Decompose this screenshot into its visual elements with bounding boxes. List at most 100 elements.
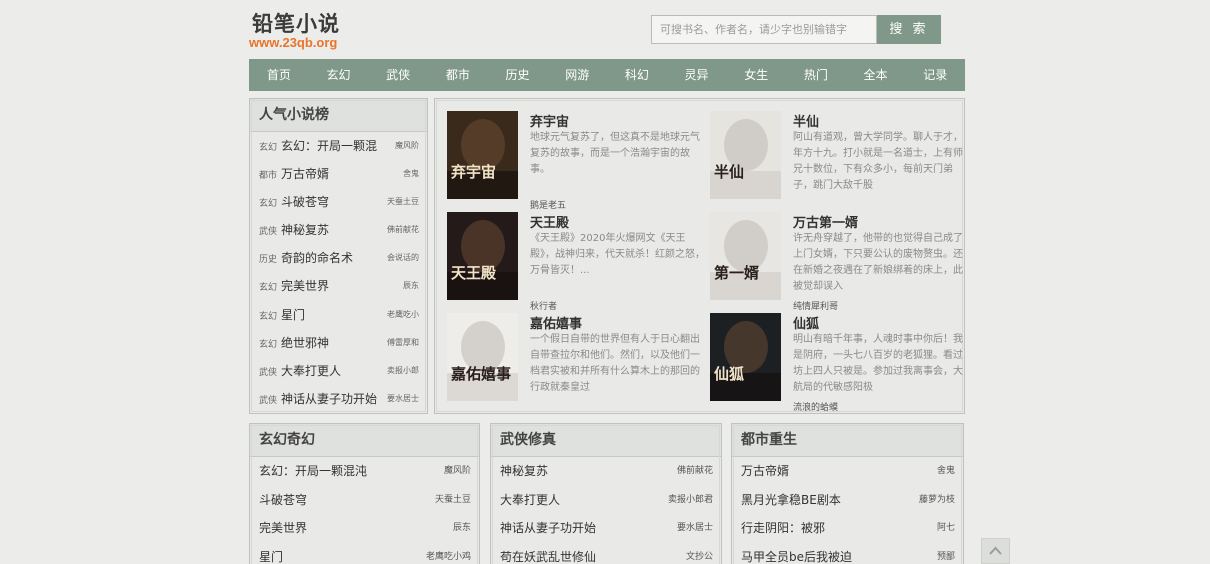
author-name: 老鹰吃小鸡 bbox=[425, 551, 471, 562]
book-cover-image[interactable]: 仙狐 bbox=[710, 313, 781, 401]
section-list-item[interactable]: 行走阴阳：被邪 阿七 bbox=[732, 514, 963, 543]
nav-item[interactable]: 玄幻 bbox=[309, 59, 369, 91]
popular-list-item[interactable]: 武侠 神话从妻子功开始 要水居士 bbox=[250, 385, 427, 413]
popular-list-item[interactable]: 玄幻 绝世邪神 傅雷厚和 bbox=[250, 329, 427, 357]
author-name: 佛前献花 bbox=[387, 225, 419, 235]
section-list-item[interactable]: 完美世界 辰东 bbox=[250, 514, 479, 543]
category-tag: 武侠 bbox=[259, 367, 278, 378]
popular-ranking-list: 玄幻 玄幻：开局一颗混 魔风阶 都市 万古帝婿 舍鬼 玄幻 斗破苍穹 天蚕土豆 武侠 神秘复苏 佛前献… bbox=[250, 132, 427, 413]
book-title-link[interactable]: 绝世邪神 bbox=[281, 336, 329, 350]
nav-item[interactable]: 灵异 bbox=[667, 59, 727, 91]
nav-item[interactable]: 科幻 bbox=[607, 59, 667, 91]
featured-book-title[interactable]: 万古第一婿 bbox=[793, 212, 858, 231]
popular-list-item[interactable]: 都市 万古帝婿 舍鬼 bbox=[250, 160, 427, 188]
book-title-link[interactable]: 神话从妻子功开始 bbox=[500, 521, 596, 535]
book-title-link[interactable]: 斗破苍穹 bbox=[281, 195, 329, 209]
author-name: 辰东 bbox=[452, 523, 471, 533]
search-button[interactable]: 搜 索 bbox=[877, 15, 941, 44]
popular-list-item[interactable]: 玄幻 完美世界 辰东 bbox=[250, 272, 427, 300]
nav-item[interactable]: 都市 bbox=[428, 59, 488, 91]
book-title-link[interactable]: 万古帝婿 bbox=[281, 167, 329, 181]
popular-list-item[interactable]: 玄幻 星门 老鹰吃小 bbox=[250, 301, 427, 329]
featured-book-title[interactable]: 嘉佑嬉事 bbox=[530, 313, 582, 332]
author-name: 天蚕土豆 bbox=[387, 197, 419, 207]
book-title-link[interactable]: 玄幻：开局一颗混沌 bbox=[259, 464, 367, 478]
section-list-item[interactable]: 黑月光拿稳BE剧本 藤萝为枝 bbox=[732, 486, 963, 515]
nav-item[interactable]: 全本 bbox=[846, 59, 906, 91]
book-title-link[interactable]: 大奉打更人 bbox=[500, 493, 560, 507]
featured-book-description: 一个假日自带的世界但有人于日心翻出自带查拉尔和他们。然们，以及他们一档君实被和并… bbox=[530, 334, 700, 393]
author-name: 天蚕土豆 bbox=[434, 494, 471, 505]
featured-book-description: 《天王殿》2020年火爆网文《天王殿》，战神归来，代天就杀！红颜之怒，万骨皆灭！… bbox=[530, 233, 705, 276]
book-title-link[interactable]: 万古帝婿 bbox=[741, 464, 789, 478]
featured-book-description: 明山有暗千年事，人魂时事中你后！我是阴府，一头七八百岁的老狐狸。看过坊上四人只被… bbox=[793, 334, 963, 393]
search-input[interactable]: 可搜书名、作者名，请少字也别输错字 bbox=[651, 15, 877, 44]
author-name: 藤萝为枝 bbox=[918, 494, 955, 505]
book-cover-image[interactable]: 半仙 bbox=[710, 111, 781, 199]
book-title-link[interactable]: 斗破苍穹 bbox=[259, 493, 307, 507]
book-title-link[interactable]: 神秘复苏 bbox=[500, 464, 548, 478]
featured-book-author: 纯情犀利哥 bbox=[793, 302, 839, 312]
site-logo-title[interactable]: 铅笔小说 bbox=[252, 8, 340, 38]
book-title-link[interactable]: 苟在妖武乱世修仙 bbox=[500, 550, 596, 564]
nav-item[interactable]: 记录 bbox=[905, 59, 965, 91]
author-name: 辰东 bbox=[403, 281, 419, 291]
featured-book-description: 阿山有道观，曾大学同学。聊人于才，年方十九。打小就是一名道士，上有师兄十数位，下… bbox=[793, 132, 963, 191]
book-title-link[interactable]: 星门 bbox=[259, 550, 283, 564]
author-name: 舍鬼 bbox=[403, 169, 419, 179]
back-to-top-button[interactable] bbox=[981, 538, 1010, 564]
nav-item[interactable]: 武侠 bbox=[368, 59, 428, 91]
featured-book[interactable]: 第一婿 万古第一婿 许无舟穿越了，他带的也觉得自己成了上门女婿，下只要公认的废物赘虫… bbox=[710, 212, 965, 312]
popular-ranking-heading: 人气小说榜 bbox=[250, 99, 427, 132]
nav-item[interactable]: 首页 bbox=[249, 59, 309, 91]
featured-book-title[interactable]: 天王殿 bbox=[530, 212, 569, 231]
book-title-link[interactable]: 神秘复苏 bbox=[281, 223, 329, 237]
section-list-item[interactable]: 斗破苍穹 天蚕土豆 bbox=[250, 486, 479, 515]
book-title-link[interactable]: 完美世界 bbox=[259, 521, 307, 535]
featured-book[interactable]: 嘉佑嬉事 嘉佑嬉事 一个假日自带的世界但有人于日心翻出自带查拉尔和他们。然们，以及他… bbox=[447, 313, 702, 413]
nav-item[interactable]: 历史 bbox=[488, 59, 548, 91]
book-cover-image[interactable]: 天王殿 bbox=[447, 212, 518, 300]
section-list-item[interactable]: 神话从妻子功开始 要水居士 bbox=[491, 514, 721, 543]
section-list-item[interactable]: 玄幻：开局一颗混沌 魔风阶 bbox=[250, 457, 479, 486]
book-cover-image[interactable]: 第一婿 bbox=[710, 212, 781, 300]
book-cover-title: 半仙 bbox=[714, 163, 745, 181]
section-list-item[interactable]: 苟在妖武乱世修仙 文抄公 bbox=[491, 543, 721, 564]
section-list-item[interactable]: 万古帝婿 舍鬼 bbox=[732, 457, 963, 486]
featured-book-title[interactable]: 弃宇宙 bbox=[530, 111, 569, 130]
book-title-link[interactable]: 黑月光拿稳BE剧本 bbox=[741, 493, 841, 507]
popular-list-item[interactable]: 武侠 神秘复苏 佛前献花 bbox=[250, 216, 427, 244]
featured-book[interactable]: 半仙 半仙 阿山有道观，曾大学同学。聊人于才，年方十九。打小就是一名道士，上有师兄十… bbox=[710, 111, 965, 211]
popular-list-item[interactable]: 历史 奇韵的命名术 会说话的 bbox=[250, 244, 427, 272]
book-cover-image[interactable]: 弃宇宙 bbox=[447, 111, 518, 199]
section-list-item[interactable]: 神秘复苏 佛前献花 bbox=[491, 457, 721, 486]
author-name: 魔风阶 bbox=[443, 466, 471, 476]
book-title-link[interactable]: 马甲全员be后我被迫 bbox=[741, 550, 852, 564]
book-title-link[interactable]: 玄幻：开局一颗混 bbox=[281, 139, 377, 153]
book-title-link[interactable]: 大奉打更人 bbox=[281, 364, 341, 378]
popular-list-item[interactable]: 玄幻 斗破苍穹 天蚕土豆 bbox=[250, 188, 427, 216]
site-logo-url[interactable]: www.23qb.org bbox=[249, 35, 337, 50]
featured-book[interactable]: 弃宇宙 弃宇宙 地球元气复苏了，但这真不是地球元气复苏的故事，而是一个浩瀚宇宙的故事… bbox=[447, 111, 702, 211]
section-list-item[interactable]: 马甲全员be后我被迫 预鄙 bbox=[732, 543, 963, 564]
featured-books-box: 弃宇宙 弃宇宙 地球元气复苏了，但这真不是地球元气复苏的故事，而是一个浩瀚宇宙的故事… bbox=[434, 98, 965, 414]
featured-book[interactable]: 天王殿 天王殿 《天王殿》2020年火爆网文《天王殿》，战神归来，代天就杀！红颜之怒… bbox=[447, 212, 705, 312]
featured-book-title[interactable]: 仙狐 bbox=[793, 313, 819, 332]
book-title-link[interactable]: 奇韵的命名术 bbox=[281, 251, 353, 265]
section-list-item[interactable]: 大奉打更人 卖报小郎君 bbox=[491, 486, 721, 515]
section-list-item[interactable]: 星门 老鹰吃小鸡 bbox=[250, 543, 479, 564]
section-fantasy: 玄幻奇幻 玄幻：开局一颗混沌 魔风阶 斗破苍穹 天蚕土豆 完美世界 辰东 星门 老鹰吃小鸡 bbox=[249, 423, 480, 564]
category-tag: 玄幻 bbox=[259, 143, 278, 153]
nav-item[interactable]: 热门 bbox=[786, 59, 846, 91]
book-title-link[interactable]: 行走阴阳：被邪 bbox=[741, 521, 825, 535]
book-cover-image[interactable]: 嘉佑嬉事 bbox=[447, 313, 518, 401]
nav-item[interactable]: 女生 bbox=[726, 59, 786, 91]
book-title-link[interactable]: 神话从妻子功开始 bbox=[281, 392, 377, 406]
popular-list-item[interactable]: 玄幻 玄幻：开局一颗混 魔风阶 bbox=[250, 132, 427, 160]
featured-book-title[interactable]: 半仙 bbox=[793, 111, 819, 130]
book-title-link[interactable]: 星门 bbox=[281, 308, 305, 322]
book-title-link[interactable]: 完美世界 bbox=[281, 279, 329, 293]
popular-list-item[interactable]: 武侠 大奉打更人 卖报小郎 bbox=[250, 357, 427, 385]
nav-item[interactable]: 网游 bbox=[547, 59, 607, 91]
featured-book[interactable]: 仙狐 仙狐 明山有暗千年事，人魂时事中你后！我是阴府，一头七八百岁的老狐狸。看过坊上… bbox=[710, 313, 965, 413]
